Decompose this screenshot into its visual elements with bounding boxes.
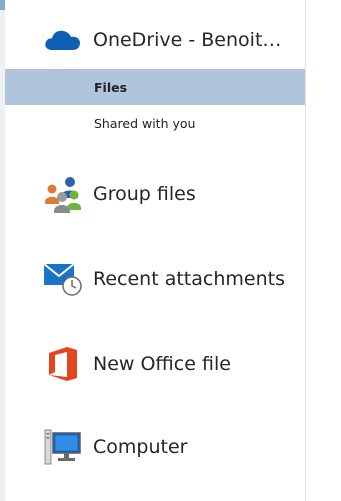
nav-subitem-files[interactable]: Files [5, 69, 305, 105]
office-logo-icon [43, 346, 83, 382]
nav-item-label: OneDrive - Benoit… [93, 29, 282, 51]
nav-item-label: New Office file [93, 353, 231, 375]
onedrive-cloud-icon [43, 22, 83, 58]
nav-subitem-label: Shared with you [94, 115, 196, 131]
nav-item-label: Computer [93, 436, 188, 458]
nav-item-computer[interactable]: Computer [5, 429, 305, 465]
locations-panel: OneDrive - Benoit… Files Shared with you [5, 0, 305, 501]
nav-subitem-shared-with-you[interactable]: Shared with you [5, 105, 305, 141]
nav-item-recent-attachments[interactable]: Recent attachments [5, 261, 305, 297]
nav-subitem-label: Files [94, 79, 128, 95]
nav-item-onedrive[interactable]: OneDrive - Benoit… [5, 22, 305, 58]
file-picker-page: OneDrive - Benoit… Files Shared with you [0, 0, 341, 501]
computer-monitor-icon [43, 429, 83, 465]
nav-item-group-files[interactable]: Group files [5, 176, 305, 213]
nav-item-label: Recent attachments [93, 268, 285, 290]
group-people-icon [43, 176, 83, 213]
mail-clock-icon [43, 261, 83, 297]
nav-item-label: Group files [93, 183, 196, 205]
panel-divider [305, 0, 306, 501]
nav-item-new-office-file[interactable]: New Office file [5, 346, 305, 382]
